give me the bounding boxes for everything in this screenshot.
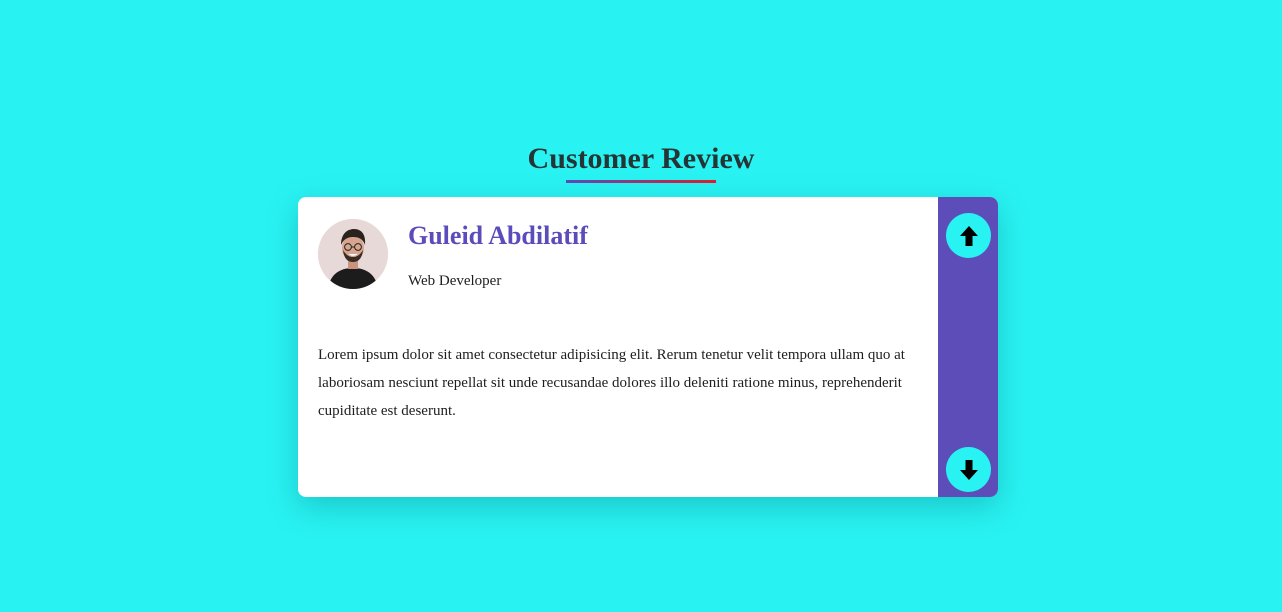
title-underline [566,180,716,183]
reviewer-role: Web Developer [408,273,502,289]
avatar-image [318,219,388,289]
reviewer-name: Guleid Abdilatif [408,221,588,250]
arrow-down-icon [959,459,978,480]
arrow-up-icon [959,225,978,246]
review-card: Guleid Abdilatif Web Developer Lorem ips… [298,197,998,497]
page-header: Customer Review [0,140,1282,183]
previous-review-button[interactable] [946,213,991,258]
review-text: Lorem ipsum dolor sit amet consectetur a… [318,347,905,419]
page-title: Customer Review [527,142,755,175]
next-review-button[interactable] [946,447,991,492]
avatar [318,219,388,289]
review-nav-sidebar [938,197,998,497]
review-content: Guleid Abdilatif Web Developer Lorem ips… [298,197,938,497]
